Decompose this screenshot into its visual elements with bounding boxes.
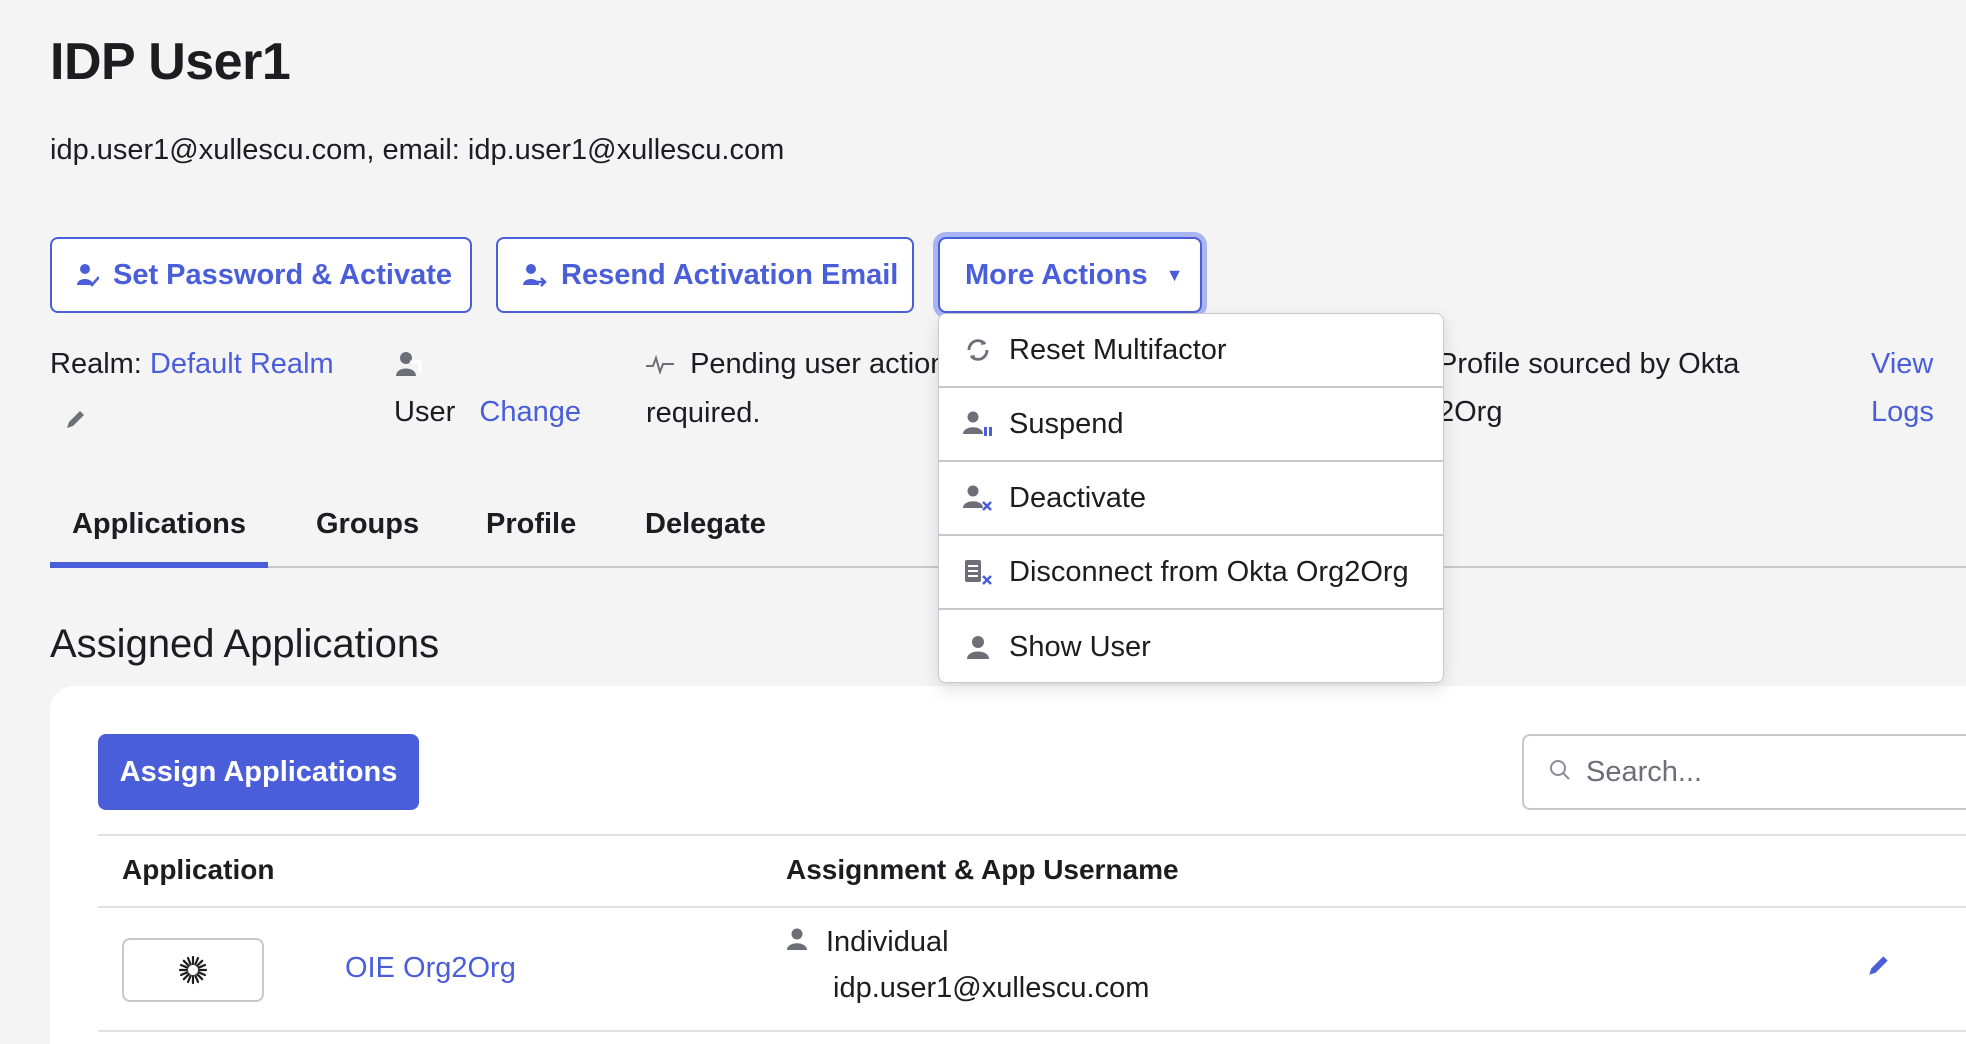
user-profile-page: IDP User1 idp.user1@xullescu.com, email:… [0,0,1966,1044]
realm-label: Realm: [50,348,142,380]
table-header: Application Assignment & App Username [98,834,1966,908]
assignment-type: Individual [786,926,949,959]
tab-applications[interactable]: Applications [50,500,268,568]
assigned-applications-title: Assigned Applications [50,622,440,666]
user-pause-icon [961,410,995,438]
menu-label-suspend: Suspend [1009,407,1124,440]
view-logs-line1: View [1871,348,1934,380]
profile-source-line2: 2Org [1438,396,1503,428]
page-title: IDP User1 [50,33,291,91]
pending-line1: Pending user action [690,348,947,380]
more-actions-button[interactable]: More Actions ▼ [938,237,1202,313]
set-password-label: Set Password & Activate [113,258,452,291]
activity-pulse-icon [646,341,674,389]
search-box [1522,734,1966,810]
user-type-icon [394,340,581,388]
column-application: Application [122,854,275,885]
user-remove-icon [961,484,995,512]
pencil-icon[interactable] [64,398,88,446]
app-logo[interactable] [122,938,264,1002]
pending-status: Pending user action required. [646,340,946,437]
user-type-label: User [394,396,456,428]
okta-sunburst-icon [178,955,208,985]
user-login-email: idp.user1@xullescu.com, email: idp.user1… [50,134,785,166]
assign-applications-button[interactable]: Assign Applications [98,734,419,810]
search-icon [1548,758,1572,787]
view-logs-line2: Logs [1871,396,1934,428]
menu-item-disconnect-org2org[interactable]: Disconnect from Okta Org2Org [939,536,1443,610]
user-icon [961,634,995,660]
search-input[interactable] [1586,755,1966,789]
realm-info: Realm: Default Realm [50,340,334,428]
tab-profile[interactable]: Profile [486,500,576,568]
profile-source: Profile sourced by Okta 2Org [1438,340,1739,436]
app-name-link[interactable]: OIE Org2Org [345,952,516,985]
refresh-icon [961,337,995,363]
disconnect-icon [961,558,995,586]
menu-label-reset-multifactor: Reset Multifactor [1009,333,1227,366]
user-arrow-icon [523,263,547,287]
table-row: OIE Org2Org Individual idp.user1@xullesc… [98,908,1966,1032]
change-user-type-link[interactable]: Change [479,396,581,428]
resend-activation-label: Resend Activation Email [561,258,899,291]
menu-item-reset-multifactor[interactable]: Reset Multifactor [939,314,1443,388]
menu-label-deactivate: Deactivate [1009,481,1147,514]
assigned-applications-card: Assign Applications Application Assignme… [50,686,1966,1044]
realm-link[interactable]: Default Realm [150,348,334,380]
app-username: idp.user1@xullescu.com [833,972,1150,1004]
caret-down-icon: ▼ [1165,264,1184,285]
menu-item-show-user[interactable]: Show User [939,610,1443,682]
assignment-type-label: Individual [826,926,949,958]
tab-groups[interactable]: Groups [316,500,419,568]
menu-label-disconnect-org2org: Disconnect from Okta Org2Org [1009,555,1409,588]
user-type-info: User Change [394,340,581,436]
pending-line2: required. [646,397,761,430]
tab-delegate[interactable]: Delegate [645,500,766,568]
person-icon [786,926,808,959]
resend-activation-button[interactable]: Resend Activation Email [496,237,914,313]
column-assignment: Assignment & App Username [786,854,1179,885]
edit-assignment-pencil-icon[interactable] [1866,952,1892,983]
menu-item-deactivate[interactable]: Deactivate [939,462,1443,536]
view-logs-link[interactable]: View Logs [1871,340,1934,436]
user-check-icon [77,263,99,287]
more-actions-menu: Reset Multifactor Suspend Deactivate Dis… [938,313,1444,683]
menu-item-suspend[interactable]: Suspend [939,388,1443,462]
menu-label-show-user: Show User [1009,630,1151,663]
more-actions-label: More Actions [965,258,1148,291]
set-password-activate-button[interactable]: Set Password & Activate [50,237,472,313]
profile-source-line1: Profile sourced by Okta [1438,348,1740,380]
